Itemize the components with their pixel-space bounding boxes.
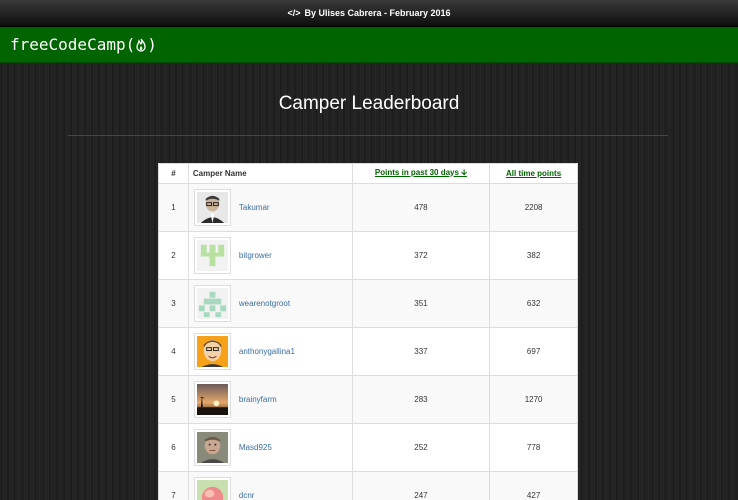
rank-cell: 6 xyxy=(158,423,189,472)
camper-cell: bitgrower xyxy=(187,231,353,280)
credit-text: By Ulises Cabrera - February 2016 xyxy=(304,8,451,18)
avatar xyxy=(193,477,231,500)
alltime-points-cell: 1270 xyxy=(489,375,578,424)
sort-down-arrow-icon: 🡫 xyxy=(461,167,467,177)
rank-cell: 1 xyxy=(158,183,189,232)
alltime-points-cell: 427 xyxy=(489,471,578,500)
avatar xyxy=(193,429,231,466)
avatar xyxy=(193,333,231,370)
rank-cell: 5 xyxy=(158,375,189,424)
recent-points-cell: 351 xyxy=(351,279,491,328)
recent-points-cell: 252 xyxy=(351,423,491,472)
camper-name-link[interactable]: anthonygallina1 xyxy=(239,347,295,356)
credit-bar: </> By Ulises Cabrera - February 2016 xyxy=(0,0,738,27)
camper-cell: dcnr xyxy=(187,471,353,500)
avatar xyxy=(193,285,231,322)
rank-cell: 7 xyxy=(158,471,189,500)
alltime-points-cell: 778 xyxy=(489,423,578,472)
table-row: 3 wearenotgroot 351 632 xyxy=(158,279,578,328)
camper-cell: Masd925 xyxy=(187,423,353,472)
recent-points-cell: 478 xyxy=(351,183,491,232)
name-column-header: Camper Name xyxy=(187,163,353,184)
rank-cell: 3 xyxy=(158,279,189,328)
recent-points-cell: 247 xyxy=(351,471,491,500)
camper-cell: wearenotgroot xyxy=(187,279,353,328)
code-icon: </> xyxy=(287,8,301,18)
camper-name-link[interactable]: brainyfarm xyxy=(239,395,277,404)
alltime-points-column-header[interactable]: All time points xyxy=(489,163,578,184)
camper-cell: brainyfarm xyxy=(187,375,353,424)
alltime-points-cell: 2208 xyxy=(489,183,578,232)
camper-name-link[interactable]: dcnr xyxy=(239,491,255,500)
alltime-points-cell: 632 xyxy=(489,279,578,328)
camper-cell: Takumar xyxy=(187,183,353,232)
camper-name-link[interactable]: bitgrower xyxy=(239,251,272,260)
table-row: 7 dcnr 247 427 xyxy=(158,471,578,500)
alltime-points-cell: 382 xyxy=(489,231,578,280)
avatar xyxy=(193,189,231,226)
recent-points-cell: 372 xyxy=(351,231,491,280)
fire-icon xyxy=(135,38,147,52)
rank-cell: 2 xyxy=(158,231,189,280)
rank-cell: 4 xyxy=(158,327,189,376)
avatar xyxy=(193,237,231,274)
title-divider xyxy=(68,135,668,136)
table-row: 2 bitgrower 372 382 xyxy=(158,231,578,280)
table-row: 6 Masd925 252 778 xyxy=(158,423,578,472)
table-row: 4 anthonygallina1 337 697 xyxy=(158,327,578,376)
rank-column-header: # xyxy=(158,163,189,184)
avatar xyxy=(193,381,231,418)
camper-name-link[interactable]: Takumar xyxy=(239,203,270,212)
recent-points-column-header[interactable]: Points in past 30 days 🡫 xyxy=(351,163,491,184)
sort-alltime-link[interactable]: All time points xyxy=(506,169,561,178)
camper-name-link[interactable]: Masd925 xyxy=(239,443,272,452)
table-row: 1 Takumar 478 2208 xyxy=(158,183,578,232)
camper-cell: anthonygallina1 xyxy=(187,327,353,376)
table-header-row: # Camper Name Points in past 30 days 🡫 A… xyxy=(158,163,578,184)
navbar: freeCodeCamp( ) xyxy=(0,27,738,63)
sort-recent-link[interactable]: Points in past 30 days 🡫 xyxy=(375,168,467,177)
page-title: Camper Leaderboard xyxy=(278,93,460,114)
leaderboard-table: # Camper Name Points in past 30 days 🡫 A… xyxy=(158,163,578,500)
recent-points-cell: 337 xyxy=(351,327,491,376)
recent-points-cell: 283 xyxy=(351,375,491,424)
alltime-points-cell: 697 xyxy=(489,327,578,376)
camper-name-link[interactable]: wearenotgroot xyxy=(239,299,290,308)
freecodecamp-logo[interactable]: freeCodeCamp( ) xyxy=(10,35,157,54)
table-row: 5 brainyfarm 283 1270 xyxy=(158,375,578,424)
